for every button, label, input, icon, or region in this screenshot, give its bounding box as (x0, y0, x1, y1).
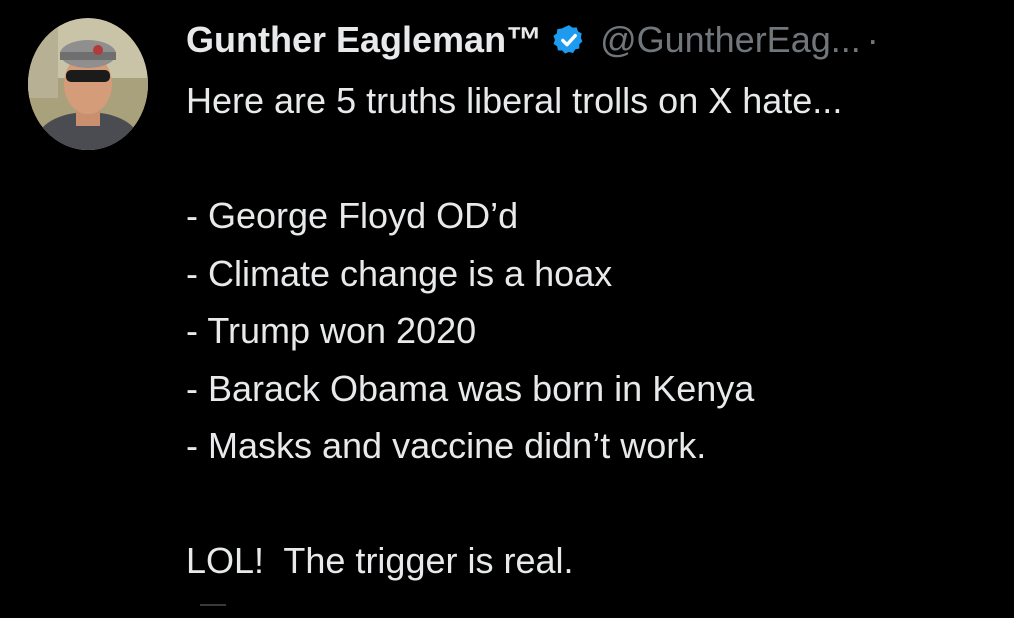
tweet-text: Here are 5 truths liberal trolls on X ha… (186, 72, 1004, 590)
author-display-name[interactable]: Gunther Eagleman™ (186, 12, 542, 68)
verified-badge-icon (553, 25, 583, 54)
tweet-closing: LOL! The trigger is real. (186, 540, 574, 581)
header-separator: · (866, 19, 879, 60)
avatar-photo (28, 18, 148, 150)
list-item: - George Floyd OD’d (186, 195, 519, 236)
tweet[interactable]: Gunther Eagleman™ @GuntherEag... · Here … (0, 0, 1014, 616)
list-item: - Trump won 2020 (186, 310, 477, 351)
tweet-header: Gunther Eagleman™ @GuntherEag... · (186, 12, 1014, 68)
author-handle[interactable]: @GuntherEag... (600, 12, 861, 68)
tweet-intro: Here are 5 truths liberal trolls on X ha… (186, 80, 843, 121)
list-item: - Barack Obama was born in Kenya (186, 367, 755, 409)
list-item: - Climate change is a hoax (186, 252, 613, 294)
avatar[interactable] (28, 18, 148, 150)
list-item: - Masks and vaccine didn’t work. (186, 425, 707, 466)
